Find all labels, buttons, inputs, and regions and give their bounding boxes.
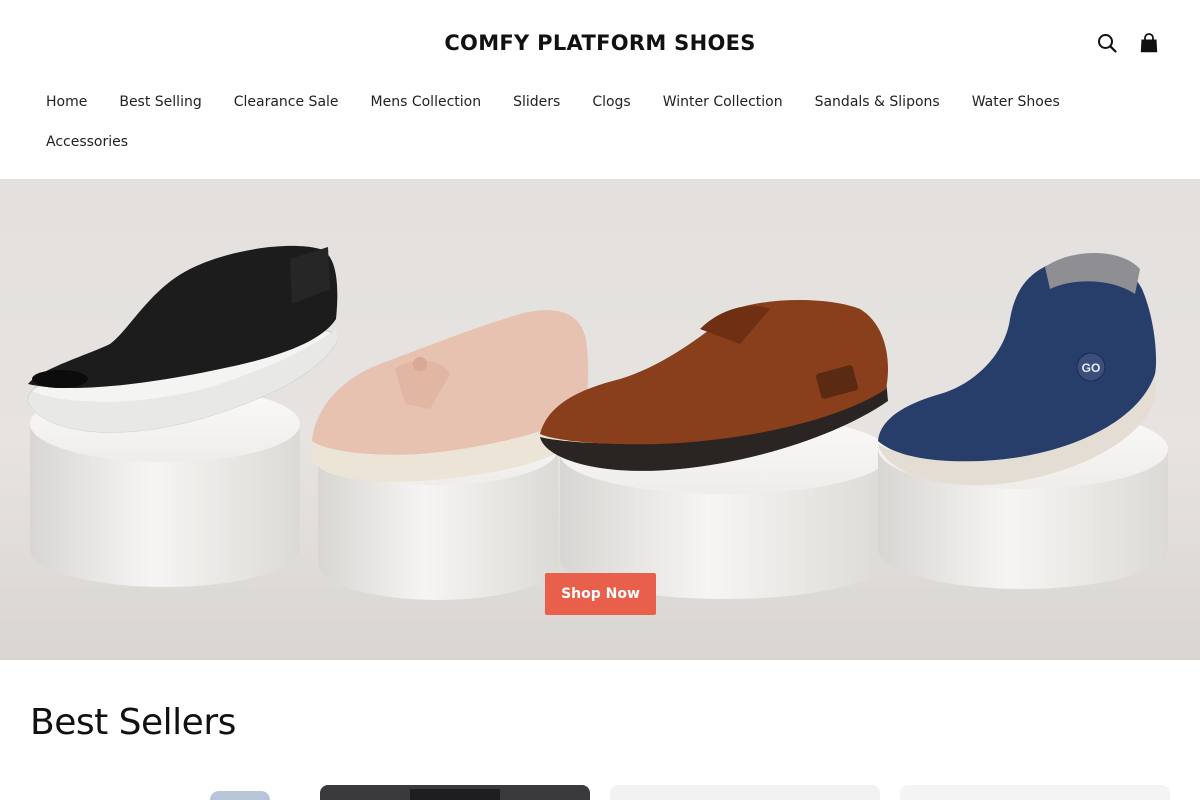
nav-item-sandals-slipons[interactable]: Sandals & Slipons bbox=[799, 82, 956, 122]
product-card[interactable] bbox=[320, 785, 590, 800]
hero-banner: GO Shop Now bbox=[0, 179, 1200, 660]
product-card[interactable] bbox=[900, 785, 1170, 800]
product-card[interactable] bbox=[30, 785, 300, 800]
nav-item-clearance-sale[interactable]: Clearance Sale bbox=[218, 82, 355, 122]
site-logo[interactable]: COMFY PLATFORM SHOES bbox=[0, 28, 1200, 58]
search-icon[interactable] bbox=[1096, 30, 1118, 56]
nav-item-water-shoes[interactable]: Water Shoes bbox=[956, 82, 1076, 122]
nav-item-winter-collection[interactable]: Winter Collection bbox=[647, 82, 799, 122]
site-header: COMFY PLATFORM SHOES Home Best Selling C… bbox=[0, 0, 1200, 179]
nav-item-accessories[interactable]: Accessories bbox=[30, 122, 144, 162]
nav-item-mens-collection[interactable]: Mens Collection bbox=[355, 82, 498, 122]
nav-item-sliders[interactable]: Sliders bbox=[497, 82, 576, 122]
main-nav: Home Best Selling Clearance Sale Mens Co… bbox=[30, 82, 1150, 162]
best-sellers-heading: Best Sellers bbox=[30, 702, 236, 743]
boot-badge-text: GO bbox=[1082, 361, 1101, 375]
shop-now-button[interactable]: Shop Now bbox=[545, 573, 656, 615]
product-card[interactable] bbox=[610, 785, 880, 800]
header-icons bbox=[1096, 30, 1160, 56]
cart-bag-icon[interactable] bbox=[1138, 30, 1160, 56]
nav-item-best-selling[interactable]: Best Selling bbox=[103, 82, 217, 122]
black-sandal-shoe bbox=[27, 245, 339, 433]
nav-item-home[interactable]: Home bbox=[30, 82, 103, 122]
best-sellers-grid bbox=[30, 785, 1170, 800]
pink-loafer-shoe bbox=[312, 310, 589, 482]
nav-item-clogs[interactable]: Clogs bbox=[576, 82, 646, 122]
